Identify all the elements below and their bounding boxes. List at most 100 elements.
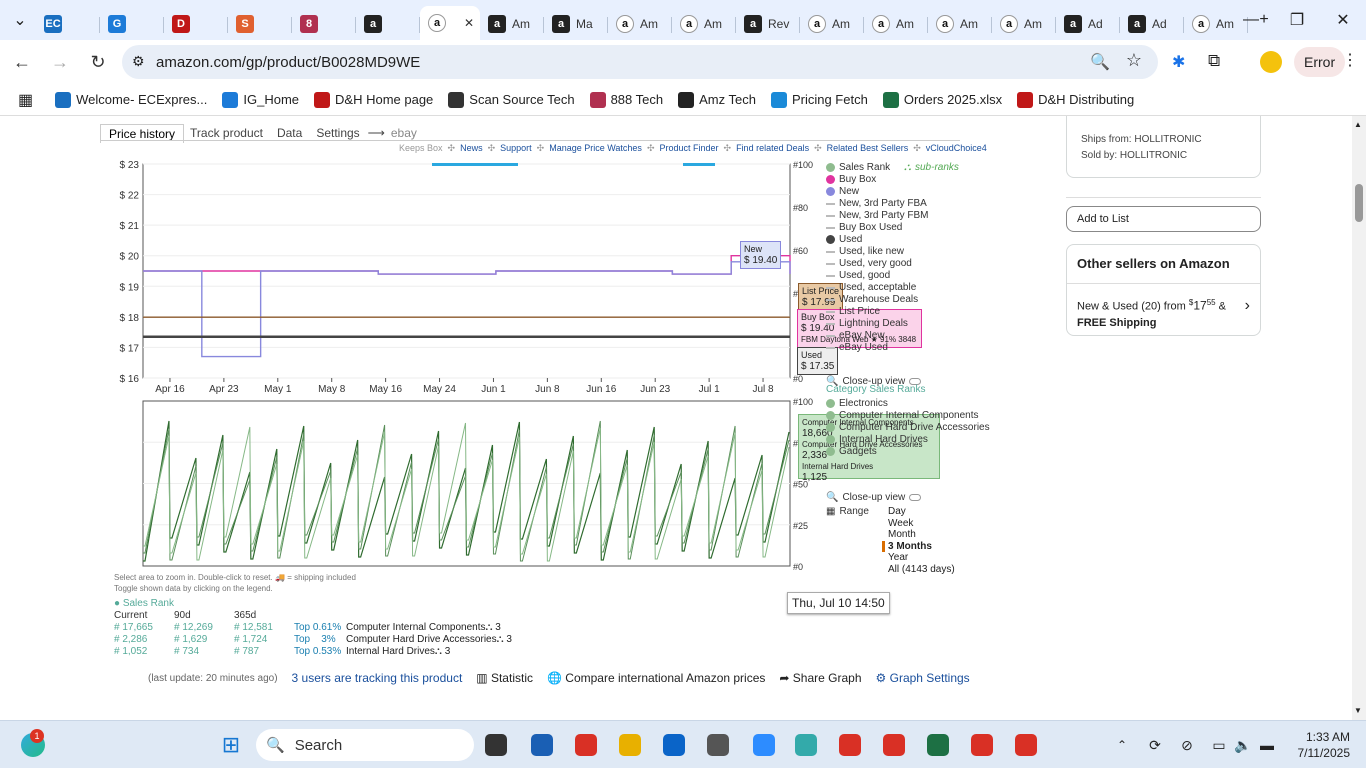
legend-item-13[interactable]: Lightning Deals	[826, 318, 908, 329]
chrome-icon[interactable]	[572, 721, 600, 768]
scrollbar-thumb[interactable]	[1355, 184, 1363, 222]
share-graph-link[interactable]: ➦ Share Graph	[779, 671, 861, 685]
task-view-icon[interactable]	[482, 721, 510, 768]
tab-15[interactable]: a Am	[992, 8, 1056, 40]
legend-item-11[interactable]: Warehouse Deals	[826, 294, 918, 305]
range-option-3[interactable]: 3 Months	[882, 540, 955, 552]
tab-17[interactable]: a Ad	[1120, 8, 1184, 40]
tab-4[interactable]: 8	[292, 8, 356, 40]
zoom-icon[interactable]: 🔍	[1090, 52, 1110, 72]
statistic-link[interactable]: ▥ Statistic	[476, 671, 533, 685]
maximize-button[interactable]: ❐	[1274, 0, 1320, 40]
keepa-chart[interactable]: $ 23 $ 22 $ 21 $ 20 $ 19 $ 18 $ 17 $ 16 #100 #80 #…	[110, 156, 950, 616]
tab-7[interactable]: a Am	[480, 8, 544, 40]
store-icon[interactable]	[528, 721, 556, 768]
keepa-link-2[interactable]: Manage Price Watches	[549, 143, 642, 154]
minimize-button[interactable]: —	[1228, 0, 1274, 40]
calculator-icon[interactable]	[704, 721, 732, 768]
legend-item-12[interactable]: List Price	[826, 306, 880, 317]
tab-16[interactable]: a Ad	[1056, 8, 1120, 40]
app-icon[interactable]	[792, 721, 820, 768]
file-explorer-icon[interactable]	[616, 721, 644, 768]
tab-data[interactable]: Data	[277, 126, 302, 140]
clock[interactable]: 1:33 AM 7/11/2025	[1284, 729, 1351, 761]
keepa-link-0[interactable]: News	[460, 143, 483, 154]
tab-6[interactable]: a ✕	[420, 6, 480, 40]
display-icon[interactable]: ▭	[1208, 721, 1230, 768]
category-legend-3[interactable]: Internal Hard Drives	[826, 434, 928, 445]
back-button[interactable]: ←	[4, 44, 40, 80]
graph-settings-link[interactable]: ⚙ Graph Settings	[876, 671, 970, 685]
outlook-icon[interactable]	[660, 721, 688, 768]
category-legend-1[interactable]: Computer Internal Components	[826, 410, 979, 421]
apps-grid-icon[interactable]: ▦	[18, 90, 33, 110]
range-option-1[interactable]: Week	[888, 518, 955, 530]
range-option-5[interactable]: All (4143 days)	[888, 564, 955, 576]
tracking-link[interactable]: 3 users are tracking this product	[292, 671, 463, 685]
bookmark-7[interactable]: Orders 2025.xlsx	[882, 91, 1002, 108]
keepa-link-3[interactable]: Product Finder	[659, 143, 718, 154]
chrome-profile-icon[interactable]	[836, 721, 864, 768]
compare-link[interactable]: 🌐 Compare international Amazon prices	[547, 671, 765, 685]
tab-1[interactable]: G	[100, 8, 164, 40]
profile-error-button[interactable]: Error	[1294, 47, 1346, 77]
address-bar[interactable]: ⚙ amazon.com/gp/product/B0028MD9WE 🔍 ☆	[122, 45, 1158, 79]
legend-item-5[interactable]: Buy Box Used	[826, 222, 902, 233]
bookmark-0[interactable]: Welcome- ECExpres...	[55, 91, 207, 108]
legend-item-14[interactable]: eBay New	[826, 330, 885, 341]
bookmark-6[interactable]: Pricing Fetch	[770, 91, 868, 108]
new-used-offers[interactable]: New & Used (20) from $1755 & FREE Shippi…	[1077, 295, 1237, 331]
add-to-list-button[interactable]: Add to List	[1066, 206, 1261, 232]
keepa-link-1[interactable]: Support	[500, 143, 532, 154]
reload-button[interactable]: ↻	[80, 44, 116, 80]
copilot-icon[interactable]: 1	[16, 721, 50, 768]
keepa-link-6[interactable]: vCloudChoice4	[926, 143, 987, 154]
legend-item-9[interactable]: Used, good	[826, 270, 890, 281]
legend-item-10[interactable]: Used, acceptable	[826, 282, 916, 293]
battery-icon[interactable]: ▬	[1256, 721, 1278, 768]
tab-search-button[interactable]: ⌄	[4, 4, 36, 36]
legend-item-3[interactable]: New, 3rd Party FBA	[826, 198, 927, 209]
legend-item-0[interactable]: Sales Rank	[826, 162, 890, 173]
tab-track-product[interactable]: Track product	[190, 126, 263, 140]
bookmark-8[interactable]: D&H Distributing	[1017, 91, 1134, 108]
close-tab-icon[interactable]: ✕	[464, 16, 474, 30]
bookmark-star-icon[interactable]: ☆	[1126, 50, 1142, 71]
legend-item-1[interactable]: Buy Box	[826, 174, 876, 185]
page-scrollbar[interactable]: ▲ ▼	[1352, 116, 1366, 720]
bookmark-5[interactable]: Amz Tech	[678, 91, 756, 108]
chrome-active-icon[interactable]	[880, 721, 908, 768]
range-option-4[interactable]: Year	[888, 552, 955, 564]
keepa-link-4[interactable]: Find related Deals	[736, 143, 809, 154]
tab-8[interactable]: a Ma	[544, 8, 608, 40]
tab-9[interactable]: a Am	[608, 8, 672, 40]
bookmark-2[interactable]: D&H Home page	[314, 91, 433, 108]
category-legend-4[interactable]: Gadgets	[826, 446, 877, 457]
legend-item-8[interactable]: Used, very good	[826, 258, 912, 269]
tab-12[interactable]: a Am	[800, 8, 864, 40]
legend-item-7[interactable]: Used, like new	[826, 246, 904, 257]
tab-3[interactable]: S	[228, 8, 292, 40]
tab-settings[interactable]: Settings	[316, 126, 359, 140]
sync-icon[interactable]: ⟳	[1144, 721, 1166, 768]
keepa-link-5[interactable]: Related Best Sellers	[827, 143, 909, 154]
toggle-switch[interactable]	[909, 494, 922, 501]
scroll-up-icon[interactable]: ▲	[1354, 120, 1362, 129]
bookmark-4[interactable]: 888 Tech	[589, 91, 663, 108]
site-info-icon[interactable]: ⚙	[132, 53, 145, 70]
legend-item-2[interactable]: New	[826, 186, 859, 197]
close-window-button[interactable]: ✕	[1320, 0, 1366, 40]
scroll-down-icon[interactable]: ▼	[1354, 706, 1362, 715]
volume-icon[interactable]: 🔈	[1232, 721, 1254, 768]
taskbar-search[interactable]: 🔍 Search	[256, 729, 474, 761]
tab-11[interactable]: a Rev	[736, 8, 800, 40]
closeup-toggle-bottom[interactable]: 🔍 Close-up view	[826, 492, 922, 503]
bookmark-3[interactable]: Scan Source Tech	[448, 91, 575, 108]
forward-button[interactable]: →	[42, 44, 78, 80]
start-button[interactable]: ⊞	[216, 721, 246, 768]
tab-2[interactable]: D	[164, 8, 228, 40]
excel-icon[interactable]	[924, 721, 952, 768]
zoom-icon[interactable]	[750, 721, 778, 768]
tab-ebay[interactable]: ebay	[391, 126, 417, 140]
puzzle-icon[interactable]: ⧉	[1208, 51, 1220, 71]
